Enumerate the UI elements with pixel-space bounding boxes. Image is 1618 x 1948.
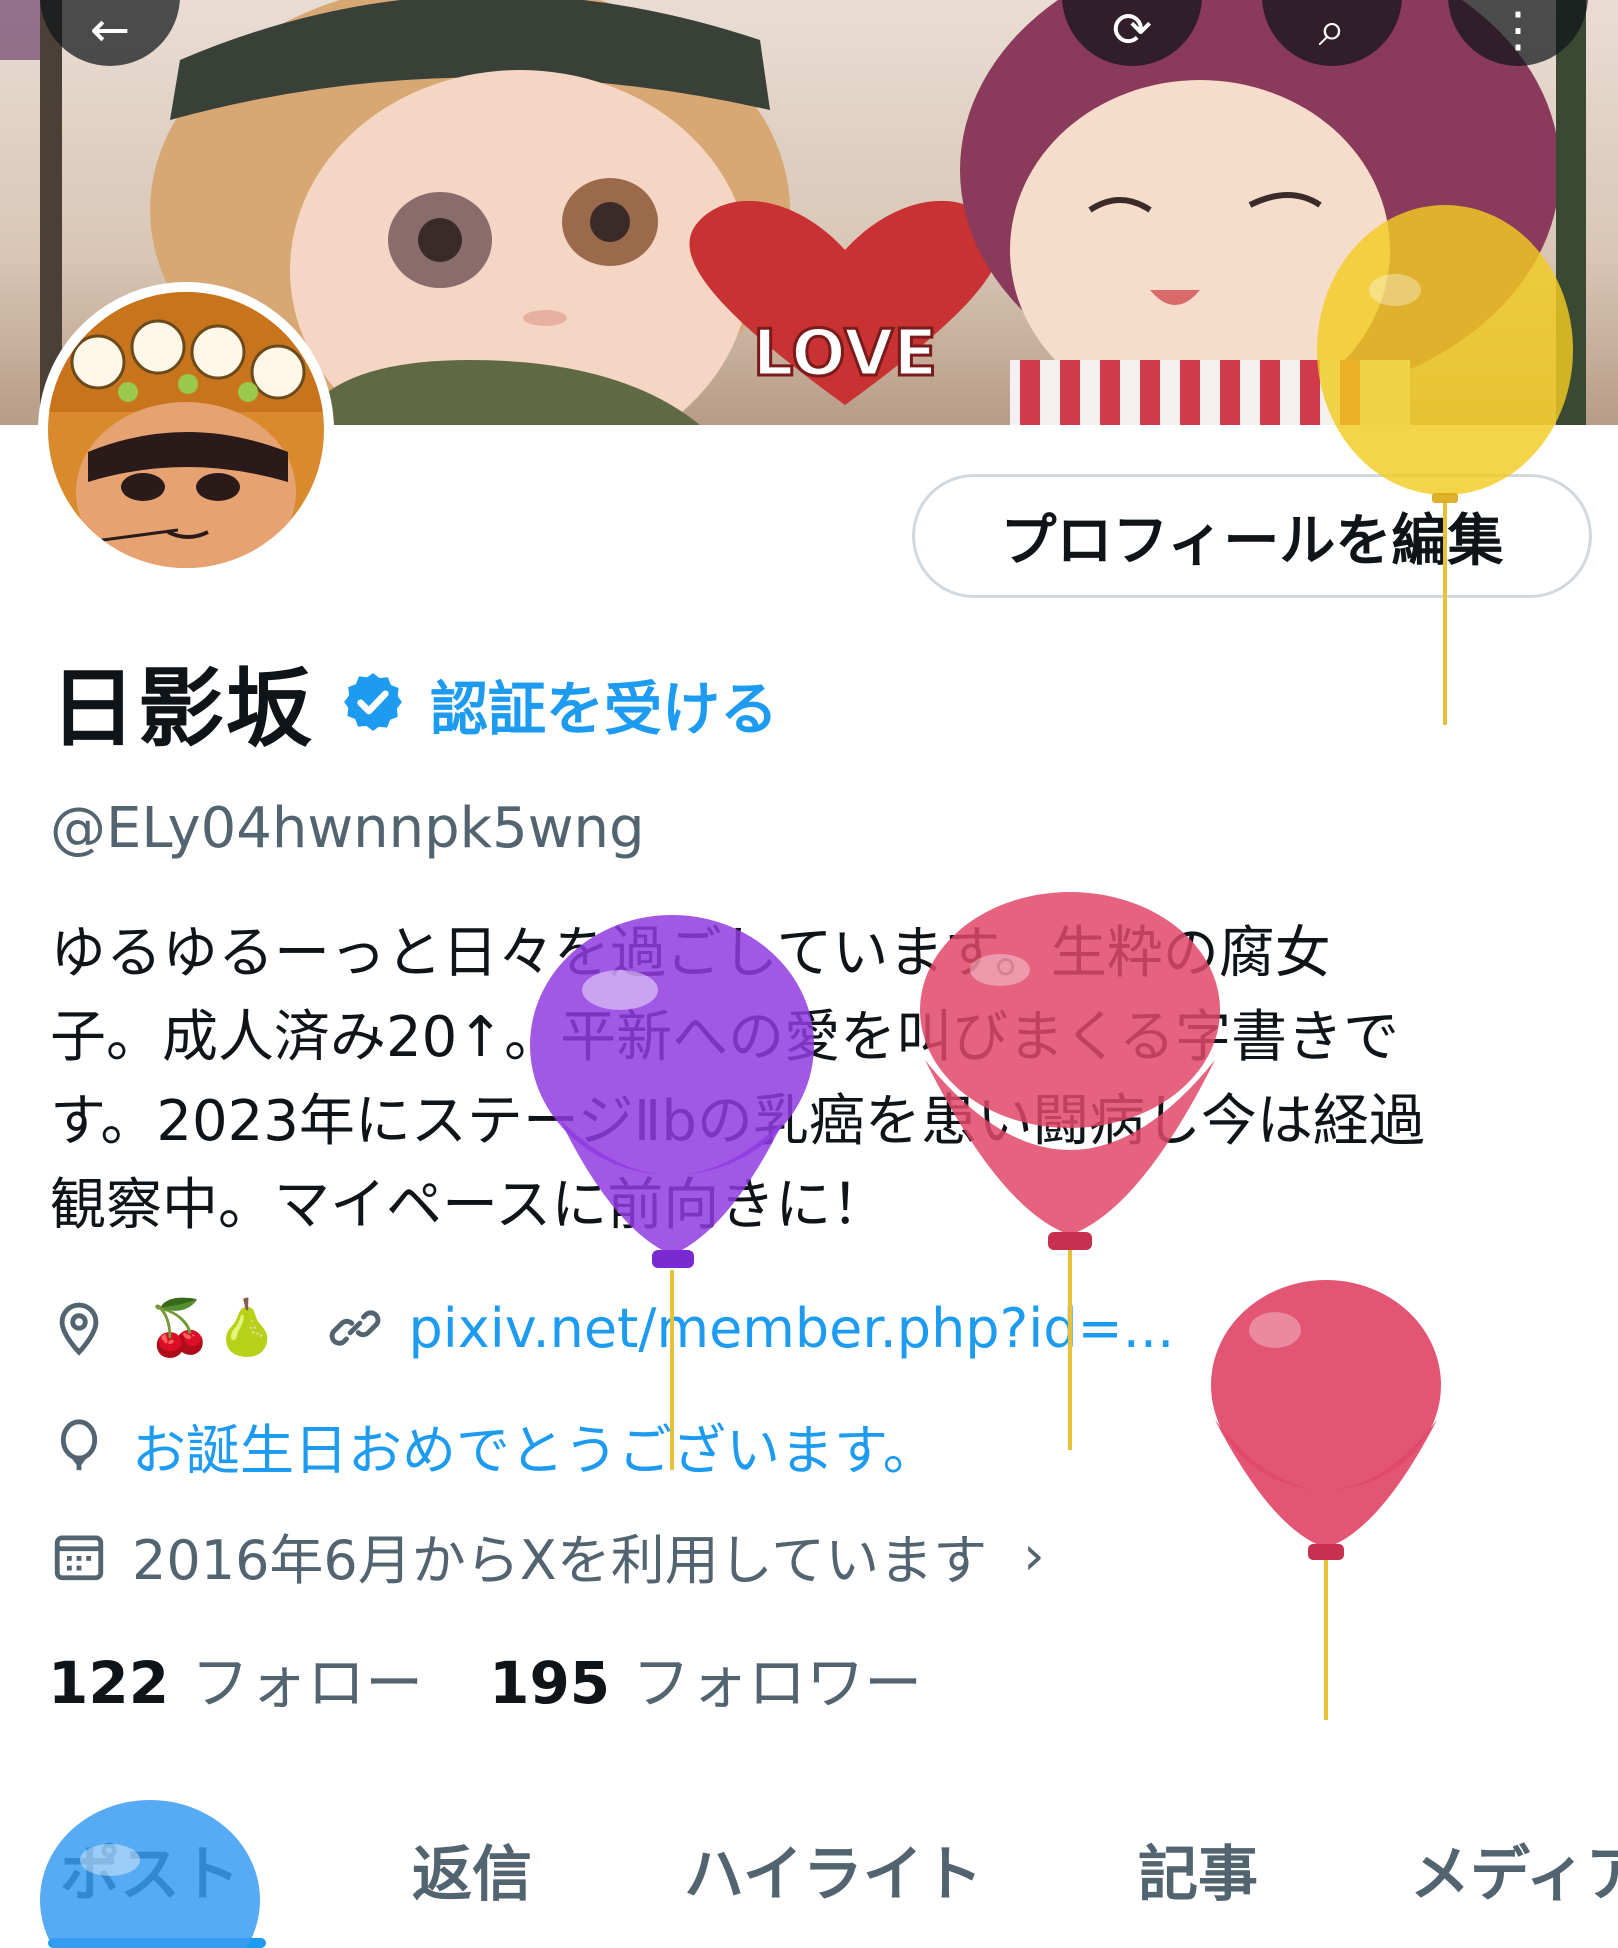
profile-avatar[interactable] xyxy=(38,282,334,578)
calendar-icon xyxy=(50,1527,108,1585)
tab-articles[interactable]: 記事 xyxy=(1138,1826,1258,1913)
followers-count[interactable]: 195 xyxy=(489,1649,610,1717)
balloon-icon xyxy=(50,1417,108,1475)
heart-love-text: LOVE xyxy=(753,317,937,391)
search-icon: ⌕ xyxy=(1318,1,1346,57)
link-icon xyxy=(326,1299,384,1357)
tab-highlights[interactable]: ハイライト xyxy=(684,1826,983,1913)
meta-row-location-website: 🍒🍐 pixiv.net/member.php?id=... xyxy=(50,1296,1174,1360)
name-row: 日影坂 認証を受ける xyxy=(50,650,778,759)
following-count[interactable]: 122 xyxy=(48,1649,169,1717)
repost-icon: ⟳ xyxy=(1111,2,1153,58)
edit-profile-button[interactable]: プロフィールを編集 xyxy=(912,474,1592,598)
tab-replies[interactable]: 返信 xyxy=(412,1826,532,1913)
arrow-left-icon: ← xyxy=(89,2,131,58)
display-name: 日影坂 xyxy=(50,658,314,759)
birthday-text[interactable]: お誕生日おめでとうございます。 xyxy=(132,1406,937,1485)
follow-stats: 122 フォロー 195 フォロワー xyxy=(48,1636,988,1720)
avatar-image xyxy=(48,292,324,568)
active-tab-indicator xyxy=(48,1938,266,1948)
location-text: 🍒🍐 xyxy=(146,1296,281,1359)
profile-bio: ゆるゆるーっと日々を過ごしています。生粋の腐女 子。成人済み20↑。平新への愛を… xyxy=(50,921,1425,1238)
followers-label[interactable]: フォロワー xyxy=(632,1636,922,1720)
profile-tabs: ポスト 返信 ハイライト 記事 メディア xyxy=(0,1810,1618,1948)
joined-date: 2016年6月からXを利用しています xyxy=(132,1529,988,1592)
meta-row-birthday: お誕生日おめでとうございます。 xyxy=(50,1406,937,1485)
meta-row-joined[interactable]: 2016年6月からXを利用しています › xyxy=(50,1516,1045,1595)
verified-badge-icon[interactable] xyxy=(340,669,406,739)
user-handle: @ELy04hwnnpk5wng xyxy=(50,796,645,861)
more-dots-icon: ⋮ xyxy=(1494,2,1542,58)
chevron-right-icon: › xyxy=(1023,1524,1045,1587)
tab-posts[interactable]: ポスト xyxy=(60,1826,240,1913)
pink-balloon-right xyxy=(1211,1280,1441,1720)
location-pin-icon xyxy=(50,1299,108,1357)
tab-media[interactable]: メディア xyxy=(1410,1826,1618,1913)
following-label[interactable]: フォロー xyxy=(191,1636,423,1720)
get-verified-link[interactable]: 認証を受ける xyxy=(430,662,778,746)
website-link[interactable]: pixiv.net/member.php?id=... xyxy=(408,1297,1174,1360)
